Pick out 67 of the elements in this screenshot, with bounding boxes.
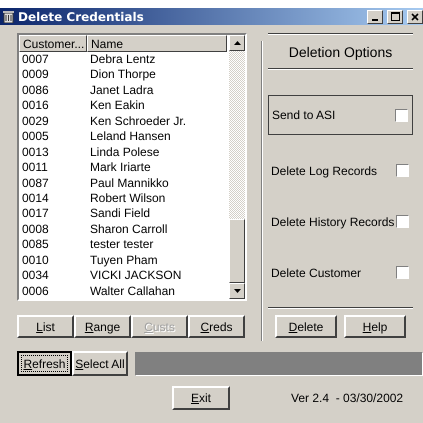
down-arrow-icon	[234, 289, 240, 293]
option-action-button[interactable]: Help	[344, 315, 406, 338]
option-label: Delete Log Records	[271, 164, 378, 178]
name-cell-text: Debra Lentz	[89, 52, 156, 68]
customer-id-cell-text: 0009	[21, 67, 50, 83]
customer-id-cell-text: 0010	[21, 252, 50, 268]
maximize-icon	[390, 12, 400, 21]
name-cell-text: Tuyen Pham	[89, 252, 159, 268]
customer-id-cell-text: 0007	[21, 52, 50, 68]
name-cell-text: Ken Eakin	[89, 98, 146, 114]
customer-id-cell-text: 0013	[21, 144, 50, 160]
section-title: Deletion Options	[288, 43, 394, 62]
checkbox[interactable]	[396, 266, 409, 279]
checkbox[interactable]	[396, 215, 409, 228]
customer-id-cell-text: 0005	[21, 129, 50, 145]
name-cell-text: Janet Ladra	[89, 82, 154, 98]
scroll-down-button[interactable]	[229, 283, 245, 299]
name-cell-text: VICKI JACKSON	[89, 268, 182, 284]
close-icon	[411, 12, 419, 20]
checkbox[interactable]	[395, 108, 408, 122]
scroll-thumb[interactable]	[229, 219, 245, 283]
name-cell-text: Sharon Carroll	[89, 222, 168, 238]
name-cell-text: Linda Polese	[89, 144, 160, 160]
scrollbar[interactable]	[229, 35, 245, 299]
customer-id-cell-text: 0011	[21, 160, 49, 176]
close-button[interactable]	[407, 10, 423, 24]
customer-id-cell-text: 0016	[21, 98, 50, 114]
name-cell-text: Sandi Field	[89, 206, 152, 222]
name-cell-text: Ken Schroeder Jr.	[89, 114, 188, 130]
customer-id-cell-text: 0017	[21, 206, 50, 222]
up-arrow-icon	[234, 41, 240, 45]
customer-id-cell-text: 0014	[21, 190, 50, 206]
customer-id-cell-text: 0034	[21, 268, 50, 284]
trash-can-icon	[3, 10, 14, 23]
customer-id-cell-text: 0008	[21, 222, 50, 238]
list-action-button[interactable]: Range	[74, 315, 131, 338]
name-cell-text: Paul Mannikko	[89, 176, 170, 191]
option-label: Delete History Records	[271, 214, 394, 228]
customer-id-cell-text: 0087	[21, 176, 50, 191]
option-label: Delete Customer	[271, 266, 362, 280]
list-action-button[interactable]: Creds	[188, 315, 245, 338]
name-cell-text: Robert Wilson	[89, 190, 166, 206]
list-action-button[interactable]: List	[17, 315, 74, 338]
customer-id-cell-text: 0086	[21, 82, 50, 98]
option-label: Send to ASI	[272, 108, 336, 122]
checkbox[interactable]	[396, 164, 409, 177]
customer-list[interactable]	[17, 33, 247, 301]
name-cell-text: Mark Iriarte	[89, 160, 152, 176]
name-cell-text: tester tester	[89, 237, 154, 253]
minimize-button[interactable]	[367, 10, 383, 24]
customer-id-cell-text: 0029	[21, 114, 50, 130]
customer-id-cell-text: 0085	[21, 237, 50, 253]
exit-button[interactable]: Exit	[172, 386, 230, 410]
name-cell-text: Leland Hansen	[89, 129, 172, 145]
name-cell-text: Dion Thorpe	[89, 67, 157, 83]
refresh-row-button[interactable]: Select All	[72, 351, 128, 376]
minimize-icon	[372, 18, 378, 20]
maximize-button[interactable]	[387, 10, 403, 24]
column-header[interactable]: Customer...	[19, 35, 87, 52]
option-action-button[interactable]: Delete	[275, 315, 337, 338]
column-header[interactable]: Name	[87, 35, 227, 52]
scroll-up-button[interactable]	[229, 35, 245, 51]
version-label: Ver 2.4 - 03/30/2002	[291, 391, 404, 405]
window-title: Delete Credentials	[18, 10, 145, 24]
customer-id-cell-text: 0006	[21, 284, 50, 299]
refresh-row-button[interactable]: Refresh	[17, 351, 72, 376]
name-cell-text: Walter Callahan	[89, 284, 176, 299]
